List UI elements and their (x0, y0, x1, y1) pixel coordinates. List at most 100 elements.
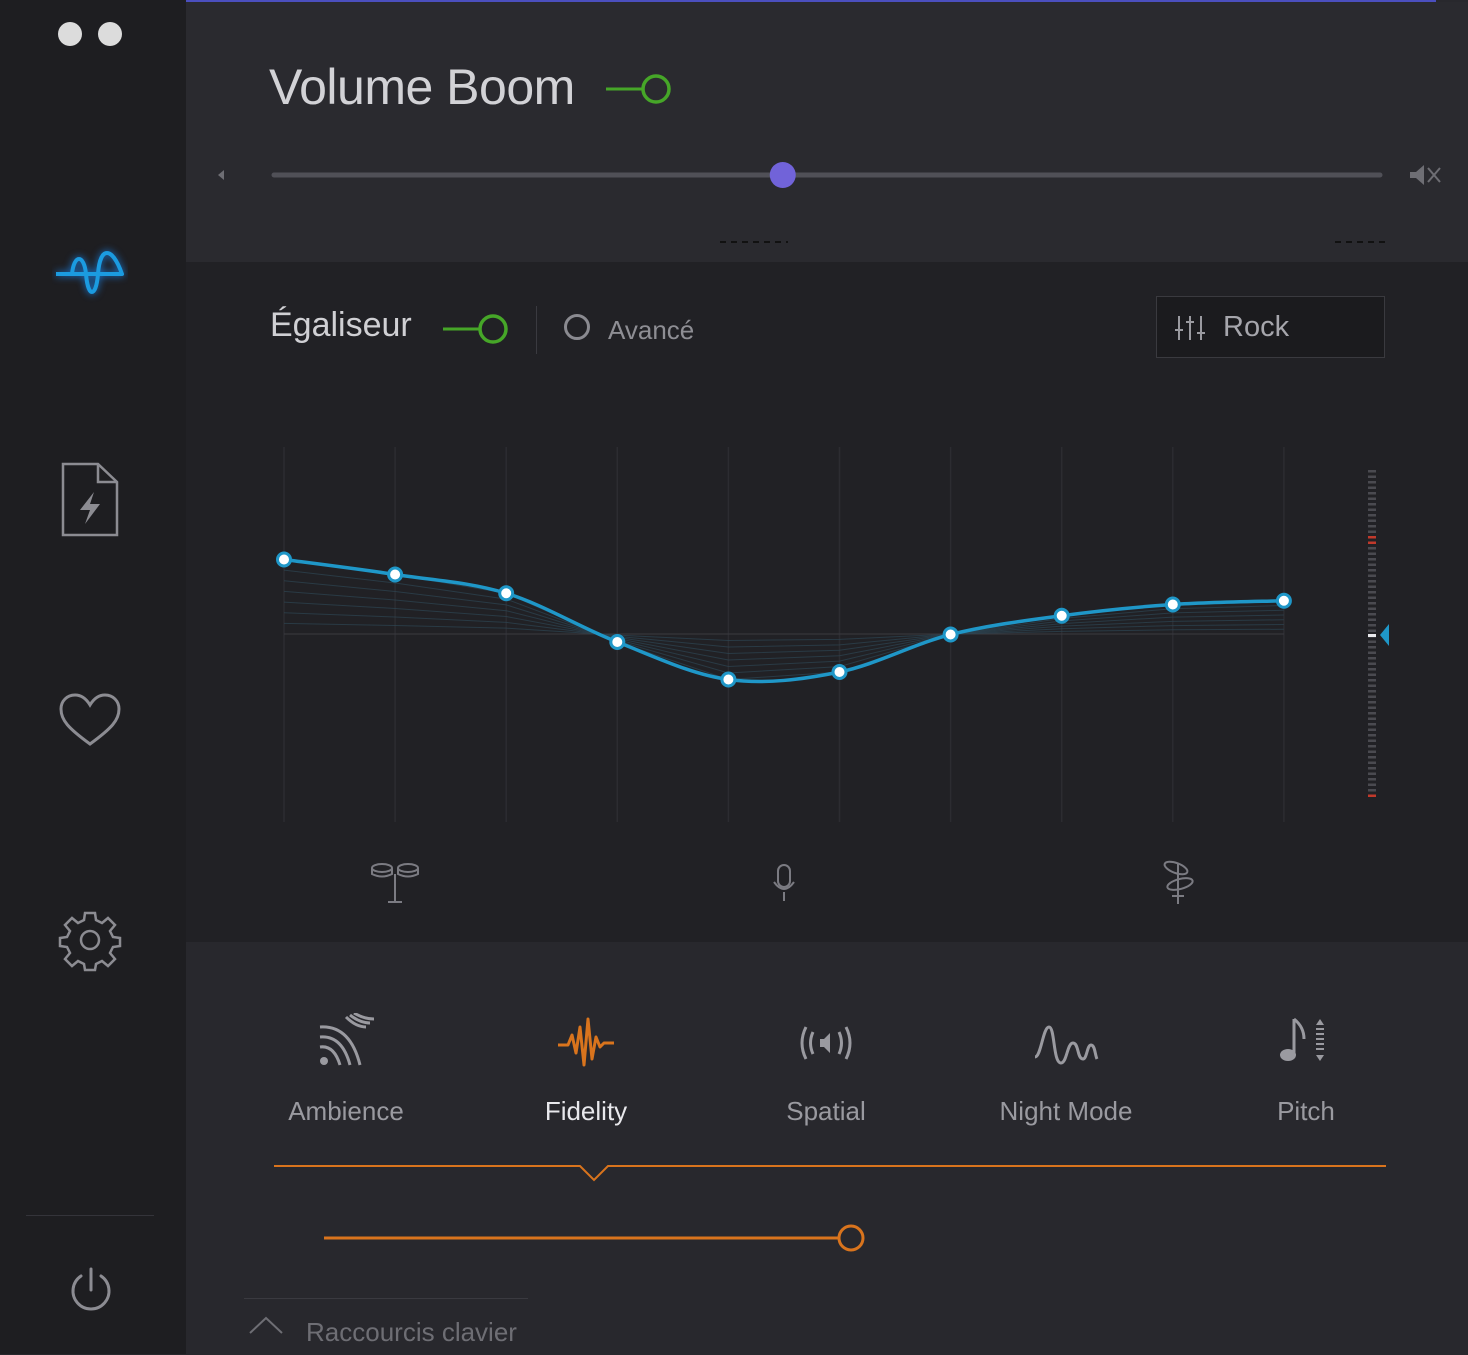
meter-tick (1368, 651, 1376, 654)
meter-tick (1368, 712, 1376, 715)
meter-level-marker (1368, 634, 1376, 637)
chevron-up-icon (249, 1316, 283, 1334)
meter-tick (1368, 536, 1376, 539)
meter-tick (1368, 679, 1376, 682)
eq-fill-line (283, 580, 1284, 668)
meter-tick (1368, 750, 1376, 753)
meter-tick (1368, 563, 1376, 566)
meter-tick (1368, 657, 1376, 660)
fidelity-slider[interactable] (316, 1218, 876, 1258)
meter-tick (1368, 492, 1376, 495)
meter-tick (1368, 596, 1376, 599)
night-mode-icon (1034, 1025, 1099, 1065)
volume-slider[interactable] (210, 150, 1460, 260)
meter-tick (1368, 701, 1376, 704)
power-icon[interactable] (68, 1266, 114, 1316)
eq-band-handle[interactable] (1053, 607, 1070, 624)
sine-wave-icon[interactable] (52, 240, 128, 306)
eq-band-handle[interactable] (942, 626, 959, 643)
volume-slider-knob[interactable] (769, 162, 796, 188)
eq-band-handle[interactable] (831, 664, 848, 680)
meter-tick (1368, 640, 1376, 643)
meter-tick (1368, 547, 1376, 550)
keyboard-shortcuts-label: Raccourcis clavier (306, 1317, 517, 1347)
meter-tick (1368, 756, 1376, 759)
meter-tick (1368, 503, 1376, 506)
meter-tick (1368, 497, 1376, 500)
meter-tick (1368, 585, 1376, 588)
effect-fidelity[interactable]: Fidelity (486, 1008, 686, 1127)
effect-night-mode-label: Night Mode (999, 1096, 1133, 1126)
window-close-button[interactable] (58, 22, 82, 46)
effect-pitch[interactable]: Pitch (1206, 1008, 1406, 1127)
effect-spatial-label: Spatial (786, 1096, 866, 1126)
spatial-icon (800, 1026, 852, 1060)
effect-spatial[interactable]: Spatial (726, 1008, 926, 1127)
meter-tick (1368, 690, 1376, 693)
meter-pointer-icon[interactable] (1380, 624, 1389, 646)
volume-boost-icon (1410, 165, 1441, 185)
eq-band-handle[interactable] (276, 551, 292, 568)
meter-tick (1368, 514, 1376, 517)
keyboard-shortcuts-toggle[interactable]: Raccourcis clavier (244, 1298, 528, 1355)
meter-tick (1368, 728, 1376, 731)
meter-tick (1368, 723, 1376, 726)
window-minimize-button[interactable] (98, 22, 122, 46)
effect-fidelity-label: Fidelity (544, 1096, 628, 1126)
meter-tick (1368, 519, 1376, 522)
meter-tick (1368, 508, 1376, 511)
meter-tick (1368, 706, 1376, 709)
meter-tick (1368, 530, 1376, 533)
eq-band-handle[interactable] (498, 585, 515, 602)
meter-tick (1368, 607, 1376, 610)
effect-ambience-label: Ambience (288, 1096, 404, 1126)
volume-boom-toggle[interactable] (604, 72, 674, 106)
meter-tick (1368, 602, 1376, 605)
fidelity-icon (558, 1017, 614, 1067)
meter-tick (1368, 569, 1376, 572)
meter-tick (1368, 684, 1376, 687)
effects-panel (186, 942, 1468, 1354)
meter-tick (1368, 525, 1376, 528)
cymbal-icon (1163, 860, 1194, 904)
meter-tick (1368, 794, 1376, 797)
meter-tick (1368, 695, 1376, 698)
effect-night-mode[interactable]: Night Mode (966, 1008, 1166, 1127)
ambience-icon (319, 1013, 375, 1066)
eq-fill-line (283, 622, 1284, 642)
eq-band-handle[interactable] (609, 634, 626, 650)
fidelity-slider-knob[interactable] (837, 1224, 865, 1252)
level-meter (1368, 470, 1389, 797)
sidebar (0, 0, 186, 1354)
meter-tick (1368, 668, 1376, 671)
meter-tick (1368, 772, 1376, 775)
eq-curve (283, 557, 1284, 684)
meter-tick (1368, 486, 1376, 489)
eq-band-handle[interactable] (720, 671, 737, 688)
meter-tick (1368, 789, 1376, 792)
sidebar-divider (26, 1215, 154, 1216)
meter-tick (1368, 761, 1376, 764)
meter-tick (1368, 470, 1376, 473)
microphone-icon (773, 864, 795, 901)
eq-fill-line (283, 590, 1284, 661)
equalizer-graph[interactable] (186, 262, 1468, 942)
meter-tick (1368, 574, 1376, 577)
drums-icon (371, 863, 419, 903)
meter-tick (1368, 580, 1376, 583)
meter-tick (1368, 481, 1376, 484)
heart-icon[interactable] (58, 692, 122, 748)
effect-selection-line (274, 1165, 1386, 1182)
eq-band-handle[interactable] (387, 566, 404, 583)
meter-tick (1368, 591, 1376, 594)
effect-ambience[interactable]: Ambience (246, 1008, 446, 1127)
meter-tick (1368, 613, 1376, 616)
meter-tick (1368, 618, 1376, 621)
bolt-file-icon[interactable] (58, 460, 122, 540)
meter-tick (1368, 624, 1376, 627)
eq-band-handle[interactable] (1275, 592, 1292, 609)
gear-icon[interactable] (58, 908, 122, 972)
eq-band-handle[interactable] (1164, 596, 1181, 613)
volume-boom-title: Volume Boom (269, 59, 575, 115)
meter-tick (1368, 646, 1376, 649)
